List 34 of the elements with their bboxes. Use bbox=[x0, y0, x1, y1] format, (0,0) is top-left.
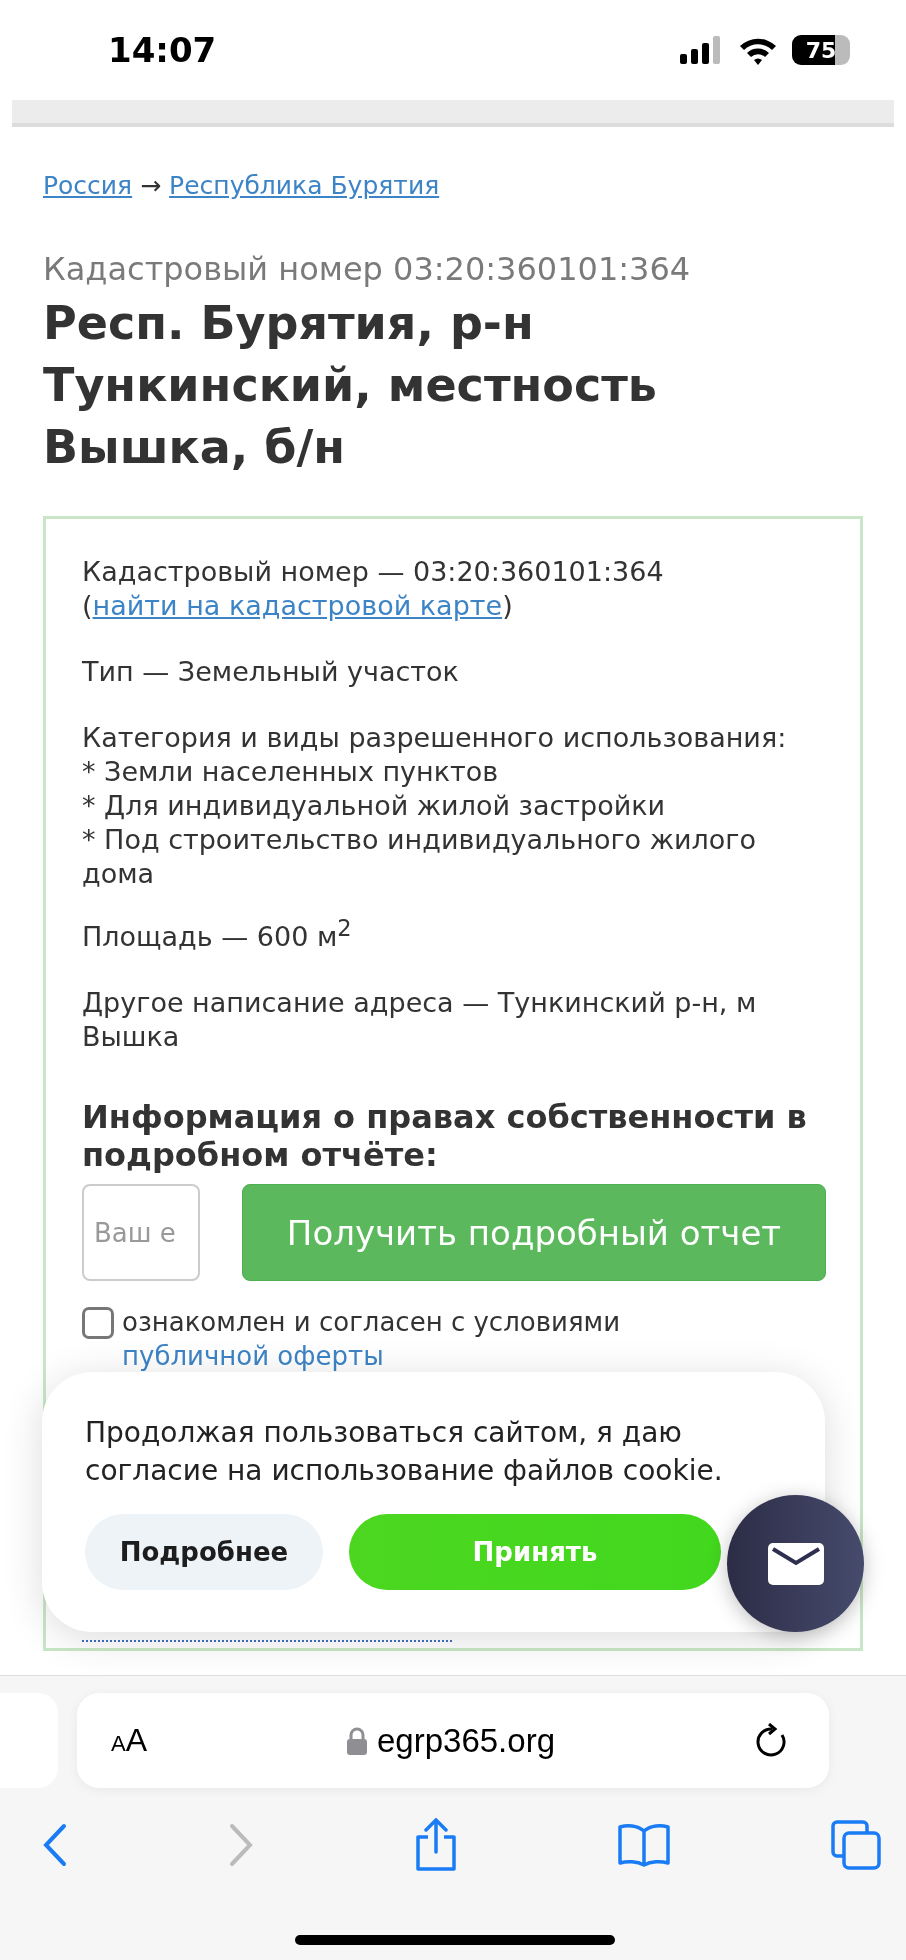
bookmarks-button[interactable] bbox=[617, 1823, 672, 1867]
status-time: 14:07 bbox=[108, 30, 217, 70]
back-button[interactable] bbox=[42, 1823, 68, 1867]
lock-icon bbox=[347, 1726, 367, 1755]
alt-address-text: Другое написание адреса — Тункинский р-н, м Вышка bbox=[82, 986, 758, 1054]
map-link[interactable]: найти на кадастровой карте bbox=[92, 590, 503, 621]
cadastral-number-text: Кадастровый номер — 03:20:360101:364 (найти на кадастровой карте) bbox=[82, 555, 665, 623]
type-text: Тип — Земельный участок bbox=[82, 655, 460, 689]
cookie-text: Продолжая пользоваться сайтом, я даю согласие на использование файлов cookie. bbox=[85, 1415, 724, 1489]
ownership-heading: Информация о правах собственности в подробном отчёте: bbox=[82, 1098, 808, 1174]
area-text: Площадь — 600 м$^{2}$ bbox=[82, 914, 353, 954]
mail-icon bbox=[767, 1542, 824, 1585]
offer-link[interactable]: публичной оферты bbox=[122, 1341, 384, 1371]
email-field[interactable]: Ваш e bbox=[82, 1184, 200, 1281]
breadcrumb-link[interactable]: Республика Бурятия bbox=[169, 171, 440, 200]
tabs-button[interactable] bbox=[831, 1820, 881, 1870]
category-label: Категория и виды разрешенного использования: bbox=[82, 721, 788, 755]
breadcrumb-link[interactable]: Россия bbox=[43, 171, 133, 200]
share-button[interactable] bbox=[413, 1818, 458, 1872]
consent-text: ознакомлен и согласен с условиями публичной оферты bbox=[122, 1306, 622, 1373]
page-title: Респ. Бурятия, р-н Тункинский, местность Вышка, б/н bbox=[43, 295, 658, 476]
more-button[interactable]: Подробнее bbox=[85, 1514, 323, 1590]
category-item: * Земли населенных пунктов bbox=[82, 755, 500, 789]
get-report-button[interactable]: Получить подробный отчет bbox=[242, 1184, 826, 1281]
category-item: * Под строительство индивидуального жилого дома bbox=[82, 823, 758, 891]
text-size-button[interactable]: AA bbox=[111, 1722, 148, 1759]
url-text: egrp365.org bbox=[377, 1721, 555, 1760]
consent-checkbox[interactable] bbox=[82, 1307, 114, 1339]
battery-indicator: 75 bbox=[792, 35, 850, 65]
reload-icon[interactable] bbox=[755, 1722, 789, 1759]
address-bar[interactable]: AA egrp365.org bbox=[77, 1693, 829, 1788]
breadcrumb-separator: → bbox=[140, 171, 162, 200]
page-subtitle: Кадастровый номер 03:20:360101:364 bbox=[43, 250, 692, 288]
category-item: * Для индивидуальной жилой застройки bbox=[82, 789, 667, 823]
